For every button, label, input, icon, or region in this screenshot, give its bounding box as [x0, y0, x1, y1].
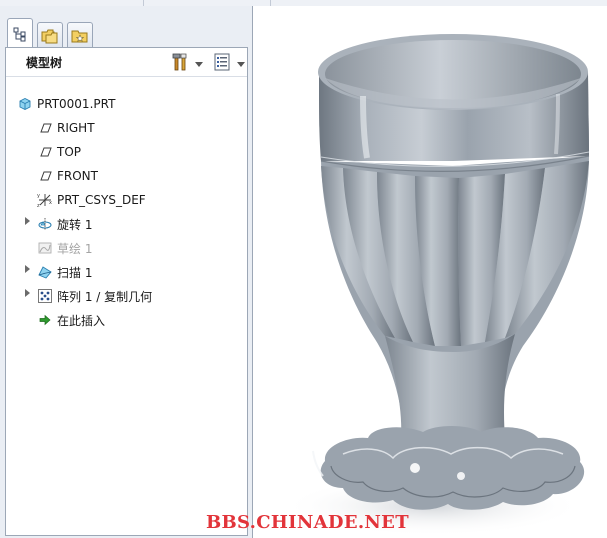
insert-here-arrow-icon — [37, 312, 53, 328]
goblet-3d-model[interactable] — [253, 6, 607, 538]
favorites-icon — [71, 28, 89, 44]
tree-item-insert-here[interactable]: 在此插入 — [37, 310, 105, 330]
coordinate-system-icon: y x z — [37, 192, 53, 208]
tree-item-right[interactable]: RIGHT — [37, 118, 95, 138]
expand-toggle-pattern[interactable] — [24, 287, 32, 297]
folder-browser-icon — [41, 28, 59, 44]
pattern-icon — [37, 288, 53, 304]
datum-plane-icon — [37, 168, 53, 184]
tree-item-label: 阵列 1 / 复制几何 — [57, 289, 153, 304]
tree-item-label: PRT0001.PRT — [37, 97, 116, 111]
expand-toggle-revolve[interactable] — [24, 215, 32, 225]
svg-text:y: y — [37, 193, 40, 199]
expand-toggle-sweep[interactable] — [24, 263, 32, 273]
chevron-down-icon[interactable] — [237, 57, 245, 71]
sweep-icon — [37, 264, 53, 280]
part-icon — [17, 96, 33, 112]
datum-plane-icon — [37, 120, 53, 136]
model-tree-header: 模型树 — [6, 48, 247, 77]
tree-item-front[interactable]: FRONT — [37, 166, 98, 186]
tree-settings-icon[interactable] — [213, 52, 231, 72]
tree-root-part[interactable]: PRT0001.PRT — [17, 94, 115, 114]
tree-item-label: RIGHT — [57, 121, 95, 135]
svg-text:x: x — [49, 200, 52, 206]
tree-item-csys[interactable]: y x z PRT_CSYS_DEF — [37, 190, 146, 210]
tree-item-label: 扫描 1 — [57, 265, 93, 280]
tree-item-label: PRT_CSYS_DEF — [57, 193, 146, 207]
tree-item-top[interactable]: TOP — [37, 142, 81, 162]
tools-icon[interactable] — [171, 52, 191, 72]
tree-item-label: TOP — [57, 145, 82, 159]
tab-favorites[interactable] — [67, 22, 93, 48]
model-tree-panel: 模型树 PRT0001.PRT RIGHT TOP FRONT y x z PR… — [5, 47, 248, 536]
tree-item-label: FRONT — [57, 169, 98, 183]
tree-item-sweep[interactable]: 扫描 1 — [37, 262, 92, 282]
navigator-panel: 模型树 PRT0001.PRT RIGHT TOP FRONT y x z PR… — [0, 6, 252, 538]
tree-item-revolve[interactable]: 旋转 1 — [37, 214, 92, 234]
tab-model-tree[interactable] — [7, 18, 33, 48]
chevron-down-icon[interactable] — [195, 57, 203, 71]
watermark-text: BBS.CHINADE.NET — [206, 512, 409, 533]
model-tree-icon — [12, 26, 28, 42]
tree-item-sketch[interactable]: 草绘 1 — [37, 238, 92, 258]
sketch-icon — [37, 240, 53, 256]
tree-item-label: 草绘 1 — [57, 241, 93, 256]
tree-item-label: 旋转 1 — [57, 217, 93, 232]
datum-plane-icon — [37, 144, 53, 160]
model-tree-title: 模型树 — [26, 56, 63, 70]
tree-item-label: 在此插入 — [57, 313, 106, 328]
svg-text:z: z — [37, 203, 40, 208]
revolve-icon — [37, 216, 53, 232]
tree-item-pattern[interactable]: 阵列 1 / 复制几何 — [37, 286, 152, 306]
tab-folder-browser[interactable] — [37, 22, 63, 48]
graphics-window[interactable]: BBS.CHINADE.NET — [206, 6, 607, 538]
